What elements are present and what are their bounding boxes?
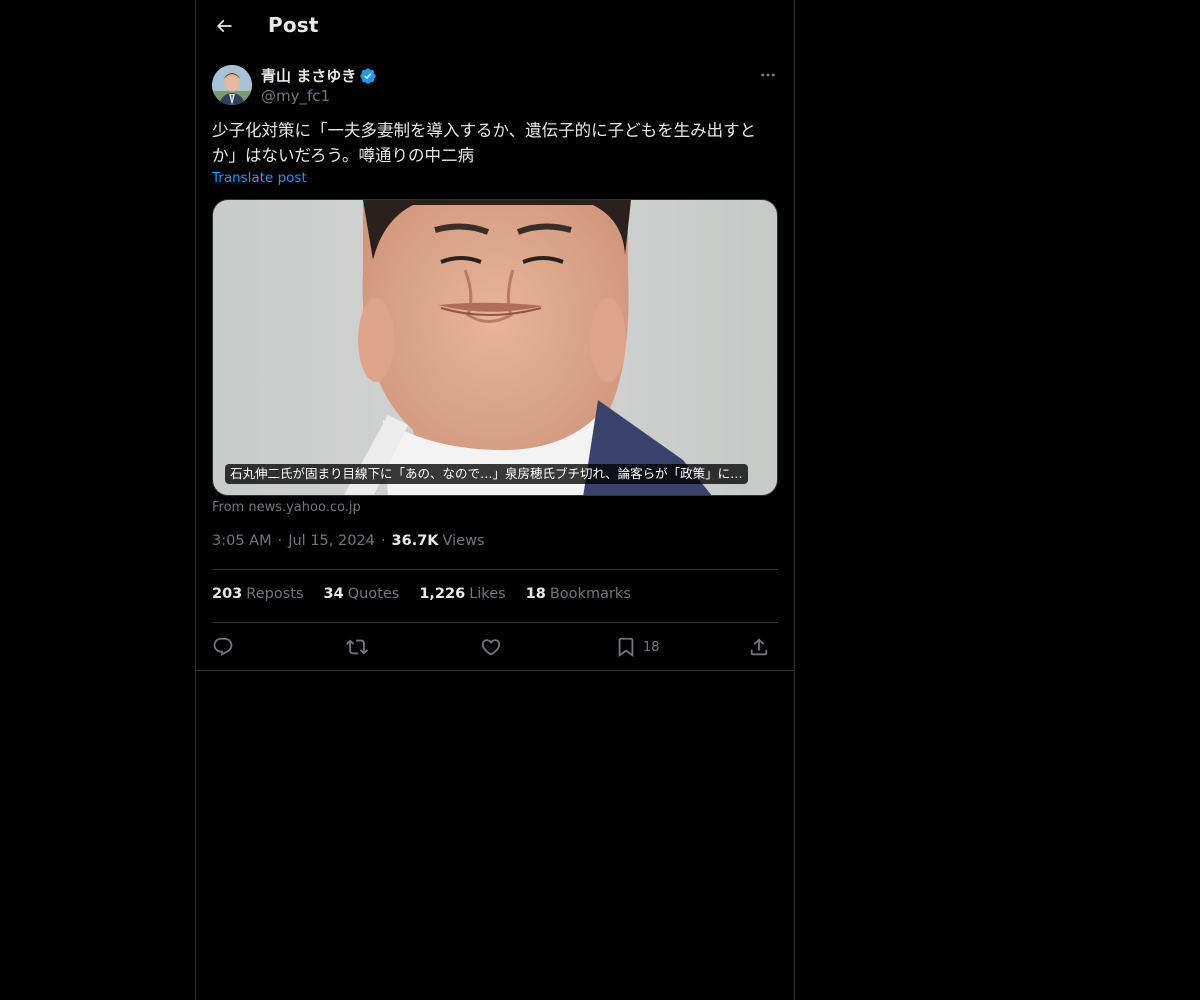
divider <box>212 622 778 623</box>
post-meta: 3:05 AM · Jul 15, 2024 · 36.7K Views <box>212 533 485 549</box>
quotes-count: 34 <box>323 586 344 602</box>
post-stats: 203 Reposts 34 Quotes 1,226 Likes 18 Bookmar… <box>212 586 651 602</box>
heart-icon <box>481 639 501 656</box>
post-bottom-border <box>196 670 794 671</box>
bookmark-button[interactable]: 18 <box>615 634 660 660</box>
post-text: 少子化対策に「一夫多妻制を導入するか、遺伝子的に子どもを生み出すとか」はないだろ… <box>212 121 757 165</box>
repost-icon <box>346 639 368 655</box>
quotes-stat[interactable]: 34 Quotes <box>324 586 400 602</box>
like-button[interactable] <box>480 634 502 660</box>
back-button[interactable] <box>208 10 240 42</box>
reply-icon <box>213 637 233 656</box>
bookmarks-stat[interactable]: 18 Bookmarks <box>526 586 631 602</box>
reposts-label: Reposts <box>246 586 304 602</box>
post-author: 青山 まさゆき @my_fc1 <box>212 64 780 108</box>
bookmark-count: 18 <box>643 639 660 655</box>
reply-button[interactable] <box>212 634 234 660</box>
bookmarks-label: Bookmarks <box>549 586 631 602</box>
meta-separator: · <box>380 533 386 549</box>
card-image <box>213 200 777 495</box>
views-count: 36.7K <box>391 533 439 549</box>
post-column: Post 青山 まさゆき @my_fc1 少子化対策に「一夫多妻制を導入するか、… <box>195 0 795 1000</box>
card-source[interactable]: From news.yahoo.co.jp <box>212 500 361 515</box>
author-display-name[interactable]: 青山 まさゆき <box>261 65 356 86</box>
author-name-line: 青山 まさゆき <box>261 65 377 86</box>
post-time[interactable]: 3:05 AM <box>212 533 272 549</box>
card-caption: 石丸伸二氏が固まり目線下に「あの、なので…」泉房穂氏ブチ切れ、論客らが「政策」に… <box>225 464 748 484</box>
divider <box>212 569 778 570</box>
post-header: Post <box>196 0 794 53</box>
link-preview-card[interactable]: 石丸伸二氏が固まり目線下に「あの、なので…」泉房穂氏ブチ切れ、論客らが「政策」に… <box>212 199 778 496</box>
reposts-stat[interactable]: 203 Reposts <box>212 586 304 602</box>
reposts-count: 203 <box>212 586 243 602</box>
verified-badge-icon[interactable] <box>359 67 377 85</box>
repost-button[interactable] <box>346 634 368 660</box>
post-actions: 18 <box>212 634 780 660</box>
bookmarks-count: 18 <box>525 586 546 602</box>
more-options-button[interactable] <box>756 64 780 86</box>
likes-label: Likes <box>469 586 506 602</box>
views-label: Views <box>442 533 485 549</box>
likes-count: 1,226 <box>419 586 466 602</box>
post-date[interactable]: Jul 15, 2024 <box>288 533 375 549</box>
page-title: Post <box>268 13 319 37</box>
author-handle[interactable]: @my_fc1 <box>261 87 330 105</box>
more-horizontal-icon <box>761 73 775 77</box>
bookmark-icon <box>618 637 634 658</box>
arrow-left-icon <box>216 19 232 33</box>
quotes-label: Quotes <box>347 586 400 602</box>
translate-post-link[interactable]: Translate post <box>212 170 307 186</box>
share-icon <box>750 638 768 656</box>
meta-separator: · <box>277 533 283 549</box>
share-button[interactable] <box>748 634 770 660</box>
likes-stat[interactable]: 1,226 Likes <box>419 586 505 602</box>
avatar[interactable] <box>212 65 252 105</box>
